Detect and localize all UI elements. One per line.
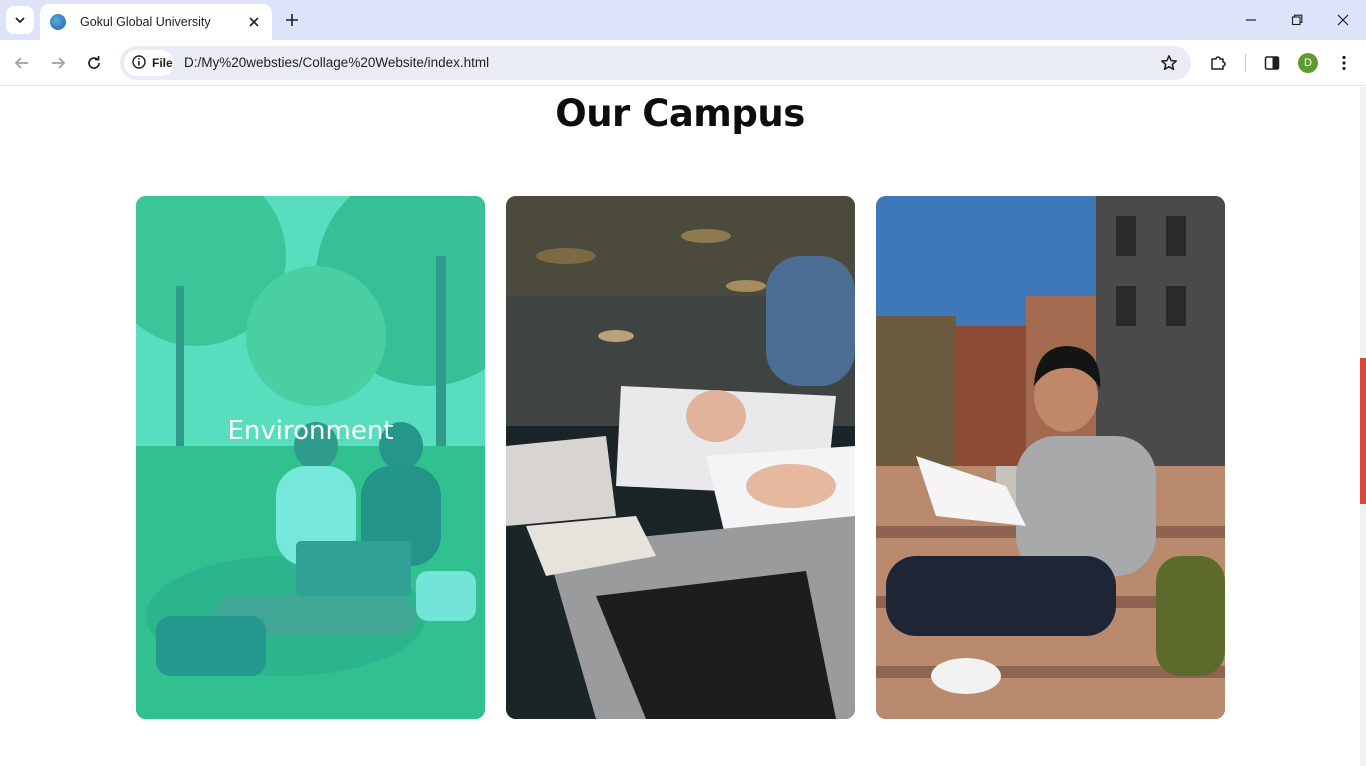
section-title: Our Campus	[555, 92, 805, 135]
toolbar-divider	[1245, 54, 1246, 72]
card-caption: Environment	[227, 416, 394, 446]
kebab-menu-icon[interactable]	[1330, 49, 1358, 77]
page-viewport: Our Campus Environment	[0, 87, 1360, 766]
close-window-icon[interactable]	[1320, 0, 1366, 40]
card-hover-overlay	[136, 196, 485, 719]
campus-card-study[interactable]	[506, 196, 855, 719]
page-scrollbar[interactable]	[1360, 87, 1366, 766]
browser-toolbar: File D:/My%20websties/Collage%20Website/…	[0, 40, 1366, 86]
campus-card-student[interactable]	[876, 196, 1225, 719]
browser-tab[interactable]: Gokul Global University	[40, 4, 272, 40]
reload-icon[interactable]	[80, 49, 108, 77]
url-text[interactable]: D:/My%20websties/Collage%20Website/index…	[184, 55, 489, 70]
tab-search-icon[interactable]	[6, 6, 34, 34]
address-bar[interactable]: File D:/My%20websties/Collage%20Website/…	[120, 46, 1191, 80]
favicon-globe-icon	[50, 14, 66, 30]
forward-arrow-icon[interactable]	[44, 49, 72, 77]
tab-title: Gokul Global University	[80, 15, 211, 29]
campus-photo-student-steps	[876, 196, 1225, 719]
site-chip-label: File	[152, 56, 173, 70]
info-icon	[132, 54, 146, 73]
plus-icon[interactable]	[281, 9, 303, 31]
extensions-puzzle-icon[interactable]	[1204, 49, 1232, 77]
campus-card-environment[interactable]: Environment	[136, 196, 485, 719]
scrollbar-thumb[interactable]	[1360, 358, 1366, 504]
campus-photo-notes-laptop	[506, 196, 855, 719]
minimize-icon[interactable]	[1228, 0, 1274, 40]
side-panel-icon[interactable]	[1258, 49, 1286, 77]
avatar[interactable]: D	[1298, 53, 1318, 73]
restore-icon[interactable]	[1274, 0, 1320, 40]
close-icon[interactable]	[244, 12, 264, 32]
tab-strip: Gokul Global University	[0, 0, 1366, 40]
back-arrow-icon[interactable]	[8, 49, 36, 77]
star-icon[interactable]	[1159, 53, 1179, 73]
site-info-chip[interactable]: File	[124, 50, 174, 76]
